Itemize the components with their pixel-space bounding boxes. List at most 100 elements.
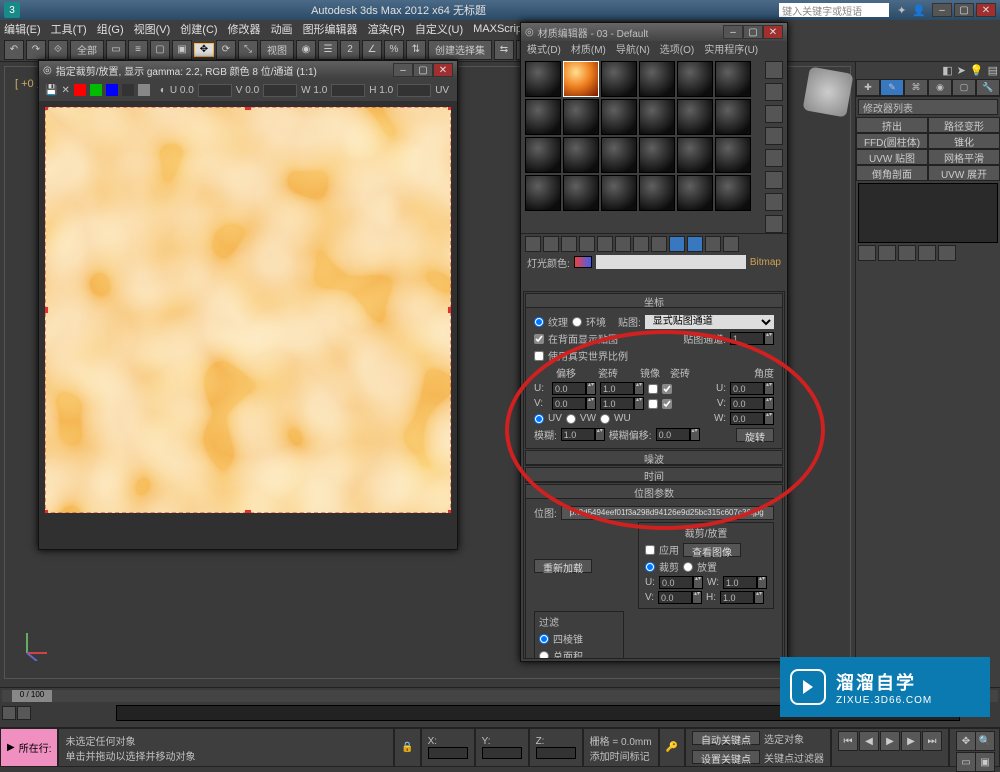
bitmap-params-header[interactable]: 位图参数 (526, 485, 782, 499)
display-tab[interactable]: ▢ (952, 79, 976, 96)
select-move-button[interactable]: ✥ (194, 43, 214, 57)
crop-h-field[interactable] (397, 84, 431, 97)
view-image-button[interactable]: 查看图像 (683, 543, 741, 557)
motion-tab[interactable]: ◉ (928, 79, 952, 96)
spinner-snap-button[interactable]: ⇅ (406, 40, 426, 60)
config-sets-icon[interactable] (938, 245, 956, 261)
filter-sum-radio[interactable] (539, 651, 549, 660)
cube-icon[interactable]: ◧ (942, 64, 952, 77)
wu-radio[interactable] (600, 414, 610, 424)
select-scale-button[interactable]: ⤡ (238, 40, 258, 60)
make-preview-icon[interactable] (765, 171, 783, 189)
next-frame-icon[interactable]: ▶ (901, 731, 921, 751)
clone-icon[interactable]: ✕ (61, 85, 69, 96)
named-selection[interactable]: 创建选择集 (428, 40, 492, 60)
crop-u-field[interactable] (198, 84, 232, 97)
lock-icon[interactable]: 🔒 (401, 742, 413, 753)
select-rect-button[interactable]: ▢ (150, 40, 170, 60)
light-color-swatch[interactable] (574, 256, 592, 268)
menu-customize[interactable]: 自定义(U) (415, 21, 463, 37)
select-object-button[interactable]: ▭ (106, 40, 126, 60)
show-result-icon[interactable] (878, 245, 896, 261)
panel-btn[interactable]: 挤出 (856, 117, 928, 133)
filter-pyr-radio[interactable] (539, 634, 549, 644)
make-copy-icon[interactable] (597, 236, 613, 252)
coordinates-header[interactable]: 坐标 (526, 294, 782, 308)
material-slot[interactable] (639, 137, 675, 173)
remove-mod-icon[interactable] (918, 245, 936, 261)
fov-icon[interactable]: ▭ (956, 752, 976, 772)
mat-menu-navigation[interactable]: 导航(N) (616, 41, 650, 57)
menu-views[interactable]: 视图(V) (134, 21, 171, 37)
material-slot[interactable] (601, 61, 637, 97)
pin-stack-icon[interactable] (858, 245, 876, 261)
background-icon[interactable] (765, 105, 783, 123)
menu-modifiers[interactable]: 修改器 (228, 21, 261, 37)
material-slot[interactable] (677, 61, 713, 97)
bitmap-path-button[interactable]: p:\8d5494eef01f3a298d94126e9d25bc315c607… (561, 506, 774, 520)
u-tile-field[interactable] (600, 382, 634, 395)
undo-button[interactable]: ↶ (4, 40, 24, 60)
u-tile-checkbox[interactable] (662, 384, 672, 394)
material-name-field[interactable] (596, 255, 746, 269)
modifier-stack[interactable] (858, 183, 998, 243)
material-slot[interactable] (601, 137, 637, 173)
hierarchy-tab[interactable]: ⌘ (904, 79, 928, 96)
save-image-icon[interactable]: 💾 (45, 85, 57, 96)
crop-v-field[interactable] (658, 591, 692, 604)
close-button[interactable]: ✕ (976, 3, 996, 17)
window-crossing-button[interactable]: ▣ (172, 40, 192, 60)
panel-btn[interactable]: FFD(圆柱体) (856, 133, 928, 149)
goto-start-icon[interactable]: ⏮ (838, 731, 858, 751)
help-star-icon[interactable]: ✦ (897, 4, 906, 17)
selection-filter[interactable]: 全部 (70, 40, 104, 60)
material-slot[interactable] (563, 175, 599, 211)
show-map-icon[interactable] (669, 236, 685, 252)
time-slider-thumb[interactable]: 0 / 100 (12, 690, 52, 702)
layers-icon[interactable]: ▤ (988, 64, 998, 77)
arrow-icon[interactable]: ➤ (957, 64, 966, 77)
snap-percent-button[interactable]: % (384, 40, 404, 60)
sample-uv-icon[interactable] (765, 127, 783, 145)
mat-menu-mode[interactable]: 模式(D) (527, 41, 561, 57)
mat-menu-material[interactable]: 材质(M) (571, 41, 606, 57)
material-slot[interactable] (639, 61, 675, 97)
minimize-button[interactable]: – (932, 3, 952, 17)
show-back-checkbox[interactable] (534, 334, 544, 344)
panel-btn[interactable]: 锥化 (928, 133, 1000, 149)
maximize-button[interactable]: ▢ (954, 3, 974, 17)
v-tile-checkbox[interactable] (662, 399, 672, 409)
z-coord-field[interactable] (536, 747, 576, 759)
panel-btn[interactable]: 网格平滑 (928, 149, 1000, 165)
material-slot[interactable] (525, 137, 561, 173)
material-slot-active[interactable] (563, 61, 599, 97)
rotate-button[interactable]: 旋转 (736, 428, 774, 442)
modify-tab[interactable]: ✎ (880, 79, 904, 96)
key-mode-icon[interactable]: 🔑 (666, 742, 678, 753)
environment-radio[interactable] (572, 317, 582, 327)
make-unique-stack-icon[interactable] (898, 245, 916, 261)
show-end-icon[interactable] (687, 236, 703, 252)
select-by-mat-icon[interactable] (765, 215, 783, 233)
material-slot[interactable] (601, 175, 637, 211)
channel-blue-icon[interactable] (106, 84, 118, 96)
backlight-icon[interactable] (765, 83, 783, 101)
video-color-icon[interactable] (765, 149, 783, 167)
select-manip-button[interactable]: ☰ (318, 40, 338, 60)
mat-max-button[interactable]: ▢ (743, 25, 763, 39)
select-name-button[interactable]: ≡ (128, 40, 148, 60)
mat-min-button[interactable]: – (723, 25, 743, 39)
mat-menu-options[interactable]: 选项(O) (660, 41, 694, 57)
create-tab[interactable]: ✚ (856, 79, 880, 96)
real-world-checkbox[interactable] (534, 351, 544, 361)
material-slot[interactable] (525, 99, 561, 135)
go-sibling-icon[interactable] (723, 236, 739, 252)
utilities-tab[interactable]: 🔧 (976, 79, 1000, 96)
crop-close-button[interactable]: ✕ (433, 63, 453, 77)
material-slot[interactable] (715, 61, 751, 97)
track-set-icon[interactable] (2, 706, 16, 720)
material-slot[interactable] (563, 99, 599, 135)
mapping-dropdown[interactable]: 显式贴图通道 (645, 315, 774, 329)
channel-mono-icon[interactable] (138, 84, 150, 96)
crop-u-field[interactable] (659, 576, 693, 589)
